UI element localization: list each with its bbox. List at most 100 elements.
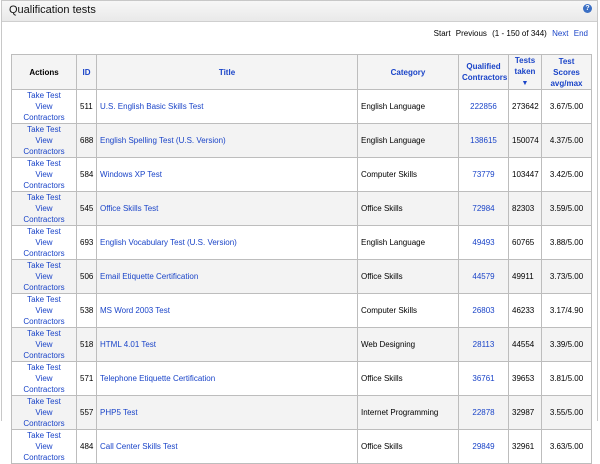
table-row: Take Test View Contractors 584 Windows XP T… [11, 157, 592, 192]
qualified-contractors-link[interactable]: 29849 [458, 429, 509, 464]
column-header-category[interactable]: Category [357, 54, 459, 90]
qualified-contractors-link[interactable]: 222856 [458, 89, 509, 124]
test-title-link[interactable]: HTML 4.01 Test [96, 327, 358, 362]
test-title-link[interactable]: Office Skills Test [96, 191, 358, 226]
scores-line2: avg/max [550, 78, 583, 88]
view-contractors-link[interactable]: View Contractors [23, 136, 64, 156]
view-contractors-link[interactable]: View Contractors [23, 102, 64, 122]
tests-taken: 273642 [508, 89, 542, 124]
qualified-contractors-link[interactable]: 36761 [458, 361, 509, 396]
test-score: 3.59/5.00 [541, 191, 592, 226]
actions-cell: Take Test View Contractors [11, 157, 77, 192]
actions-cell: Take Test View Contractors [11, 225, 77, 260]
qualification-tests-panel: Qualification tests ? Start Previous (1 … [1, 0, 598, 464]
test-category: Web Designing [357, 327, 459, 362]
pager-end[interactable]: End [574, 29, 588, 38]
test-title-link[interactable]: MS Word 2003 Test [96, 293, 358, 328]
column-header-test-scores[interactable]: Test Scores avg/max [541, 54, 592, 90]
take-test-link[interactable]: Take Test [27, 363, 61, 372]
take-test-link[interactable]: Take Test [27, 91, 61, 100]
take-test-link[interactable]: Take Test [27, 261, 61, 270]
take-test-link[interactable]: Take Test [27, 227, 61, 236]
take-test-link[interactable]: Take Test [27, 397, 61, 406]
tests-taken: 49911 [508, 259, 542, 294]
column-header-actions: Actions [11, 54, 77, 90]
test-score: 3.63/5.00 [541, 429, 592, 464]
view-contractors-link[interactable]: View Contractors [23, 170, 64, 190]
view-contractors-link[interactable]: View Contractors [23, 204, 64, 224]
column-header-title[interactable]: Title [96, 54, 358, 90]
qualified-contractors-link[interactable]: 49493 [458, 225, 509, 260]
test-id: 484 [76, 429, 97, 464]
qualified-contractors-link[interactable]: 26803 [458, 293, 509, 328]
pager-previous[interactable]: Previous [456, 29, 487, 38]
column-header-qualified-contractors[interactable]: Qualified Contractors [458, 54, 509, 90]
test-title-link[interactable]: U.S. English Basic Skills Test [96, 89, 358, 124]
column-header-id[interactable]: ID [76, 54, 97, 90]
test-title-link[interactable]: English Vocabulary Test (U.S. Version) [96, 225, 358, 260]
test-id: 538 [76, 293, 97, 328]
qualified-contractors-link[interactable]: 22878 [458, 395, 509, 430]
test-id: 511 [76, 89, 97, 124]
test-title-link[interactable]: Call Center Skills Test [96, 429, 358, 464]
take-test-link[interactable]: Take Test [27, 329, 61, 338]
sort-desc-icon: ▼ [521, 80, 529, 87]
take-test-link[interactable]: Take Test [27, 193, 61, 202]
tests-taken: 103447 [508, 157, 542, 192]
table-row: Take Test View Contractors 511 U.S. English… [11, 89, 592, 124]
actions-cell: Take Test View Contractors [11, 395, 77, 430]
test-id: 545 [76, 191, 97, 226]
view-contractors-link[interactable]: View Contractors [23, 272, 64, 292]
view-contractors-link[interactable]: View Contractors [23, 238, 64, 258]
test-category: Internet Programming [357, 395, 459, 430]
view-contractors-link[interactable]: View Contractors [23, 340, 64, 360]
test-category: Computer Skills [357, 157, 459, 192]
tests-taken: 39653 [508, 361, 542, 396]
qualified-contractors-link[interactable]: 44579 [458, 259, 509, 294]
qualified-contractors-link[interactable]: 72984 [458, 191, 509, 226]
test-title-link[interactable]: English Spelling Test (U.S. Version) [96, 123, 358, 158]
take-test-link[interactable]: Take Test [27, 431, 61, 440]
test-score: 3.81/5.00 [541, 361, 592, 396]
view-contractors-link[interactable]: View Contractors [23, 408, 64, 428]
tests-taken: 82303 [508, 191, 542, 226]
table-row: Take Test View Contractors 693 English Voca… [11, 225, 592, 260]
test-title-link[interactable]: Telephone Etiquette Certification [96, 361, 358, 396]
pager-range: (1 - 150 of 344) [492, 29, 547, 38]
view-contractors-link[interactable]: View Contractors [23, 374, 64, 394]
test-id: 518 [76, 327, 97, 362]
test-score: 3.73/5.00 [541, 259, 592, 294]
column-header-tests-taken[interactable]: Tests taken ▼ [508, 54, 542, 90]
actions-cell: Take Test View Contractors [11, 361, 77, 396]
test-score: 3.39/5.00 [541, 327, 592, 362]
take-test-link[interactable]: Take Test [27, 295, 61, 304]
table-row: Take Test View Contractors 557 PHP5 Test Int… [11, 395, 592, 430]
view-contractors-link[interactable]: View Contractors [23, 306, 64, 326]
test-title-link[interactable]: Windows XP Test [96, 157, 358, 192]
test-score: 4.37/5.00 [541, 123, 592, 158]
taken-line1: Tests [514, 56, 536, 65]
qualified-contractors-link[interactable]: 73779 [458, 157, 509, 192]
test-score: 3.67/5.00 [541, 89, 592, 124]
test-score: 3.55/5.00 [541, 395, 592, 430]
help-icon[interactable]: ? [583, 4, 592, 13]
tests-taken: 60765 [508, 225, 542, 260]
qualified-contractors-link[interactable]: 28113 [458, 327, 509, 362]
table-row: Take Test View Contractors 484 Call Center … [11, 429, 592, 464]
view-contractors-link[interactable]: View Contractors [23, 442, 64, 462]
take-test-link[interactable]: Take Test [27, 125, 61, 134]
table-row: Take Test View Contractors 688 English Spel… [11, 123, 592, 158]
table-header-row: Actions ID Title Category Qualified Cont… [11, 54, 592, 90]
test-category: English Language [357, 123, 459, 158]
qualified-contractors-link[interactable]: 138615 [458, 123, 509, 158]
test-category: Computer Skills [357, 293, 459, 328]
table-row: Take Test View Contractors 538 MS Word 2003… [11, 293, 592, 328]
test-title-link[interactable]: Email Etiquette Certification [96, 259, 358, 294]
pager-next[interactable]: Next [552, 29, 568, 38]
test-category: Office Skills [357, 429, 459, 464]
take-test-link[interactable]: Take Test [27, 159, 61, 168]
test-score: 3.17/4.90 [541, 293, 592, 328]
pager-start[interactable]: Start [434, 29, 451, 38]
tests-taken: 32961 [508, 429, 542, 464]
test-title-link[interactable]: PHP5 Test [96, 395, 358, 430]
